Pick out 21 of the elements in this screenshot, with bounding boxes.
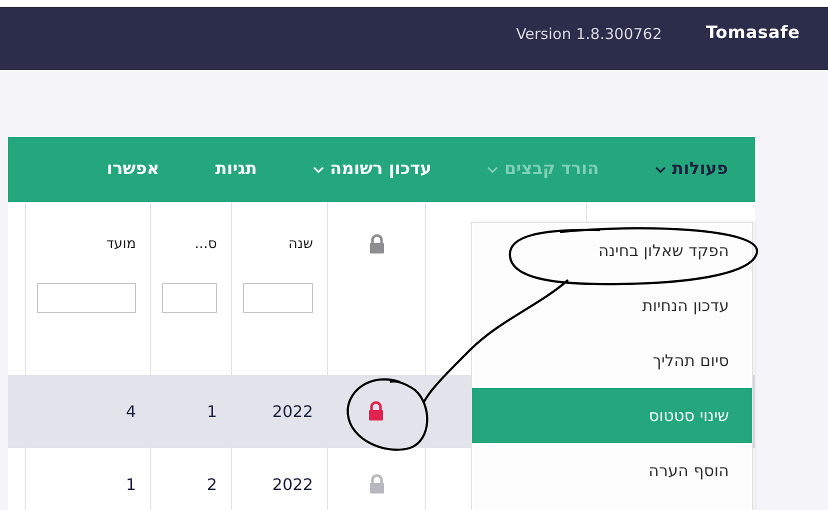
chevron-down-icon (654, 166, 666, 174)
version-label: Version 1.8.300762 (516, 24, 662, 45)
table-cell-text: 1 (206, 401, 217, 423)
brand-logo: Tomasafe (706, 22, 800, 45)
lock-icon (368, 234, 384, 254)
menu-item[interactable]: עדכון הנחיות (472, 278, 752, 333)
menu-item[interactable]: הפקד שאלון בחינה (472, 223, 752, 278)
column-header: ס... (194, 235, 217, 254)
column-header: מועד (106, 235, 136, 254)
toolbar-menu-button[interactable]: פעולות (654, 156, 728, 182)
chevron-down-icon (312, 166, 324, 174)
table-cell-text: 2 (206, 474, 217, 496)
table-cell-text: 2022 (272, 474, 313, 496)
table-cell-text: 1 (126, 474, 136, 496)
filter-input[interactable] (243, 283, 313, 313)
chevron-down-icon (487, 166, 498, 174)
column-header: שנה (288, 235, 313, 254)
filter-input[interactable] (162, 283, 217, 313)
table-cell-text: 2022 (272, 401, 313, 423)
table-cell-text: 4 (126, 401, 136, 423)
filter-input[interactable] (37, 283, 136, 313)
